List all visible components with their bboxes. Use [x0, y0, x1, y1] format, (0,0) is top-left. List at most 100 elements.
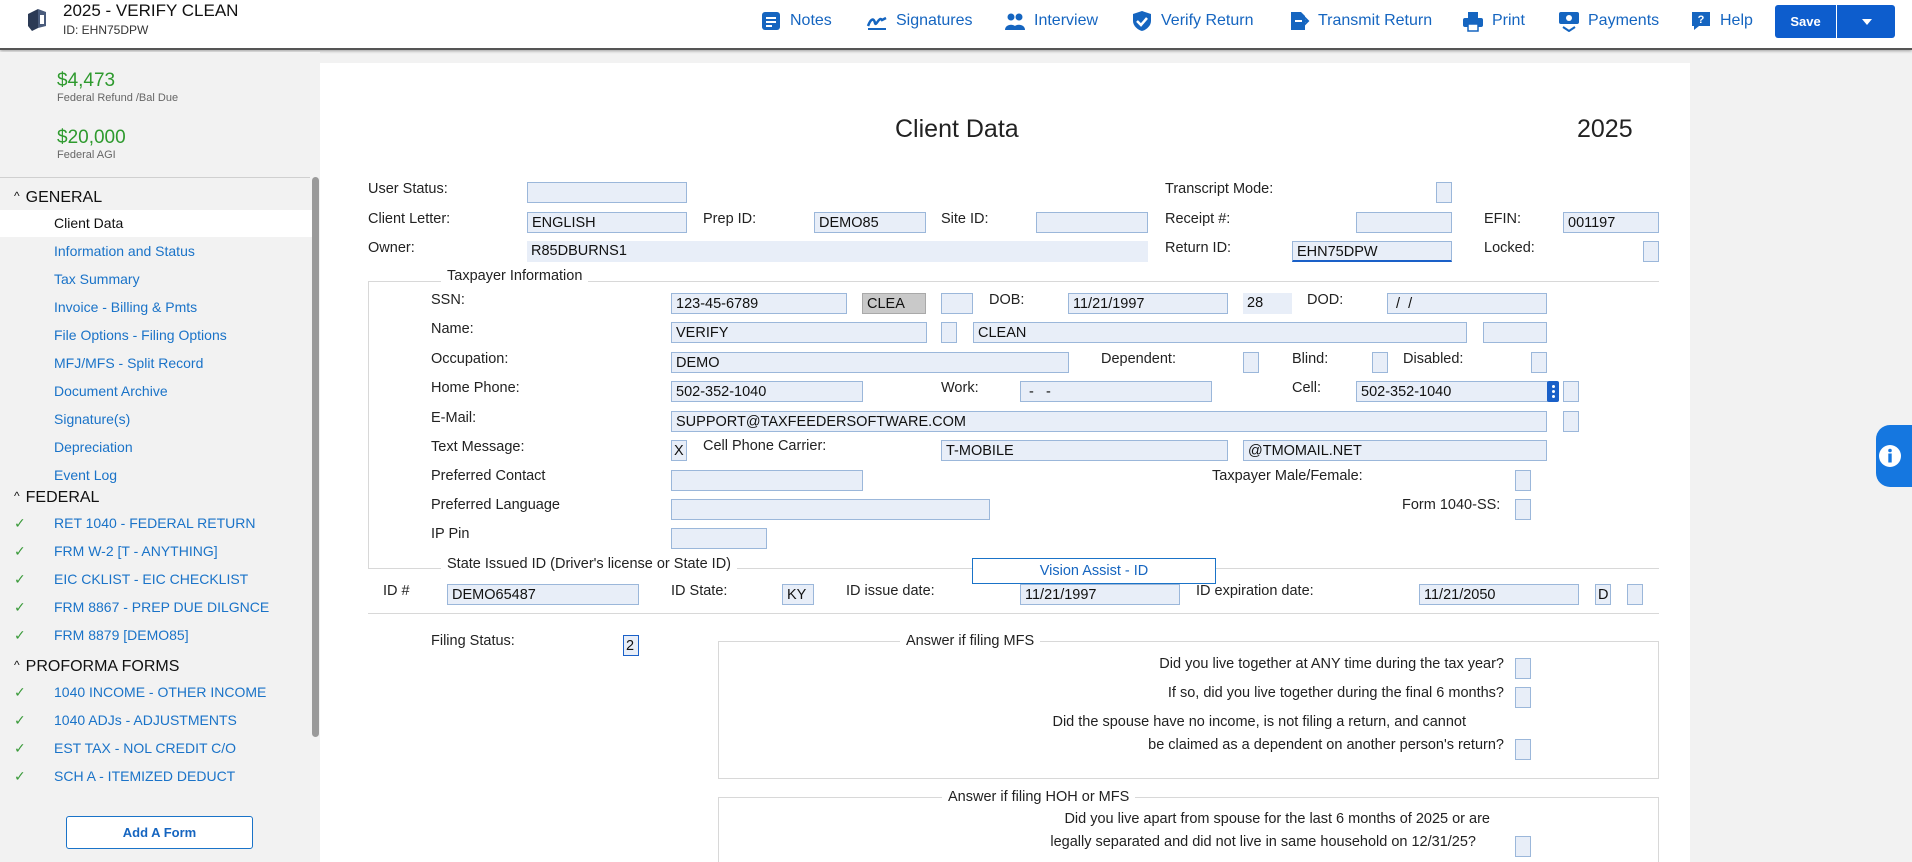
sidebar-item-client-data[interactable]: Client Data — [0, 210, 312, 237]
ssn-field[interactable]: 123-45-6789 — [671, 293, 847, 314]
section-proforma-title: PROFORMA FORMS — [25, 658, 180, 675]
last-name-field[interactable]: CLEAN — [973, 322, 1467, 343]
state-id-bottom-divider — [368, 613, 1659, 614]
preferred-contact-field[interactable] — [671, 470, 863, 491]
user-status-field[interactable] — [527, 182, 687, 203]
sidebar-item-frm-w2[interactable]: ✓ FRM W-2 [T - ANYTHING] — [0, 538, 312, 565]
sidebar-item-1040-adjs[interactable]: ✓ 1040 ADJs - ADJUSTMENTS — [0, 707, 312, 734]
hoh-question-line1: Did you live apart from spouse for the l… — [1064, 811, 1490, 827]
id-number-field[interactable]: DEMO65487 — [447, 584, 639, 605]
nav-interview[interactable]: Interview — [1004, 8, 1098, 34]
dob-label: DOB: — [989, 292, 1025, 308]
dod-field[interactable]: / / — [1387, 293, 1547, 314]
id-expiration-date-field[interactable]: 11/21/2050 — [1419, 584, 1579, 605]
owner-field[interactable]: R85DBURNS1 — [527, 241, 1148, 262]
middle-initial-field[interactable] — [941, 322, 957, 343]
preferred-contact-label: Preferred Contact — [431, 468, 546, 484]
prep-id-field[interactable]: DEMO85 — [814, 212, 926, 233]
form-tree[interactable]: ^ GENERAL Client Data Information and Sta… — [0, 184, 312, 854]
mfs-question-2: If so, did you live together during the … — [1167, 685, 1504, 701]
form-1040ss-checkbox[interactable] — [1515, 499, 1531, 520]
sidebar-item-event-log[interactable]: Event Log — [0, 462, 312, 489]
mfs-question-3-line2: be claimed as a dependent on another per… — [1148, 737, 1504, 753]
nav-verify-return[interactable]: Verify Return — [1131, 8, 1253, 34]
nav-transmit-return[interactable]: Transmit Return — [1288, 8, 1432, 34]
vision-assist-id-button[interactable]: Vision Assist - ID — [972, 558, 1216, 584]
cell-menu-icon[interactable] — [1547, 381, 1559, 402]
sidebar-item-information-status[interactable]: Information and Status — [0, 238, 312, 265]
male-female-field[interactable] — [1515, 470, 1531, 491]
sidebar-item-est-tax[interactable]: ✓ EST TAX - NOL CREDIT C/O — [0, 735, 312, 762]
sidebar-item-split-record[interactable]: MFJ/MFS - Split Record — [0, 350, 312, 377]
section-federal-title: FEDERAL — [25, 489, 100, 506]
signature-icon — [866, 16, 887, 30]
occupation-field[interactable]: DEMO — [671, 352, 1069, 373]
client-letter-field[interactable]: ENGLISH — [527, 212, 687, 233]
sidebar-item-1040-income[interactable]: ✓ 1040 INCOME - OTHER INCOME — [0, 679, 312, 706]
suffix-field[interactable] — [1483, 322, 1547, 343]
section-general-header[interactable]: ^ GENERAL — [14, 189, 102, 207]
info-side-tab[interactable] — [1876, 425, 1912, 487]
sidebar-item-frm-8867[interactable]: ✓ FRM 8867 - PREP DUE DILGNCE — [0, 594, 312, 621]
sidebar-item-eic-cklist[interactable]: ✓ EIC CKLIST - EIC CHECKLIST — [0, 566, 312, 593]
ip-pin-field[interactable] — [671, 528, 767, 549]
cell-phone-field[interactable]: 502-352-1040 — [1356, 381, 1548, 402]
dependent-checkbox[interactable] — [1243, 352, 1259, 373]
check-icon: ✓ — [14, 740, 26, 756]
preferred-language-field[interactable] — [671, 499, 990, 520]
sidebar-item-frm-8879[interactable]: ✓ FRM 8879 [DEMO85] — [0, 622, 312, 649]
save-options-dropdown-button[interactable] — [1837, 5, 1895, 38]
occupation-label: Occupation: — [431, 351, 509, 367]
nav-notes[interactable]: Notes — [760, 8, 832, 34]
id-exp-code-field[interactable]: D — [1595, 584, 1611, 605]
locked-checkbox[interactable] — [1643, 241, 1659, 262]
site-id-field[interactable] — [1036, 212, 1148, 233]
add-a-form-button[interactable]: Add A Form — [66, 816, 253, 849]
dob-field[interactable]: 11/21/1997 — [1068, 293, 1228, 314]
save-button[interactable]: Save — [1775, 5, 1836, 38]
nav-help[interactable]: ? Help — [1690, 8, 1753, 34]
first-name-field[interactable]: VERIFY — [671, 322, 927, 343]
carrier-domain-field[interactable]: @TMOMAIL.NET — [1243, 440, 1547, 461]
blind-checkbox[interactable] — [1372, 352, 1388, 373]
nav-print[interactable]: Print — [1462, 8, 1525, 34]
email-field[interactable]: SUPPORT@TAXFEEDERSOFTWARE.COM — [671, 411, 1547, 432]
email-extra-checkbox[interactable] — [1563, 411, 1579, 432]
sidebar-item-file-options[interactable]: File Options - Filing Options — [0, 322, 312, 349]
efin-field[interactable]: 001197 — [1563, 212, 1659, 233]
sidebar-item-document-archive[interactable]: Document Archive — [0, 378, 312, 405]
mfs-question-2-checkbox[interactable] — [1515, 687, 1531, 708]
hoh-question-checkbox[interactable] — [1515, 836, 1531, 857]
text-message-checkbox[interactable]: X — [671, 440, 687, 461]
mfs-question-3-checkbox[interactable] — [1515, 739, 1531, 760]
filing-status-field[interactable]: 2 — [623, 635, 639, 656]
agi-amount: $20,000 — [57, 127, 126, 148]
disabled-checkbox[interactable] — [1531, 352, 1547, 373]
user-status-label: User Status: — [368, 181, 448, 197]
check-icon: ✓ — [14, 684, 26, 700]
sidebar-scrollbar[interactable] — [312, 177, 319, 737]
sidebar-item-sch-a[interactable]: ✓ SCH A - ITEMIZED DEDUCT — [0, 763, 312, 790]
receipt-field[interactable] — [1356, 212, 1452, 233]
return-id-field[interactable]: EHN75DPW — [1292, 241, 1452, 262]
nav-payments[interactable]: Payments — [1558, 8, 1659, 34]
carrier-field[interactable]: T-MOBILE — [941, 440, 1228, 461]
id-issue-date-field[interactable]: 11/21/1997 — [1020, 584, 1180, 605]
sidebar-item-depreciation[interactable]: Depreciation — [0, 434, 312, 461]
ssn-extra-field[interactable] — [941, 293, 973, 314]
home-phone-field[interactable]: 502-352-1040 — [671, 381, 863, 402]
name-control-field: CLEA — [862, 293, 926, 314]
nav-signatures[interactable]: Signatures — [866, 8, 973, 34]
id-state-field[interactable]: KY — [782, 584, 814, 605]
sidebar-item-tax-summary[interactable]: Tax Summary — [0, 266, 312, 293]
work-phone-field[interactable]: - - — [1020, 381, 1212, 402]
transcript-mode-checkbox[interactable] — [1436, 182, 1452, 203]
section-federal-header[interactable]: ^ FEDERAL — [14, 489, 99, 507]
sidebar-item-ret-1040[interactable]: ✓ RET 1040 - FEDERAL RETURN — [0, 510, 312, 537]
id-extra-checkbox[interactable] — [1627, 584, 1643, 605]
section-proforma-header[interactable]: ^ PROFORMA FORMS — [14, 658, 179, 676]
sidebar-item-invoice[interactable]: Invoice - Billing & Pmts — [0, 294, 312, 321]
sidebar-item-signatures[interactable]: Signature(s) — [0, 406, 312, 433]
mfs-question-1-checkbox[interactable] — [1515, 658, 1531, 679]
cell-extra-checkbox[interactable] — [1563, 381, 1579, 402]
